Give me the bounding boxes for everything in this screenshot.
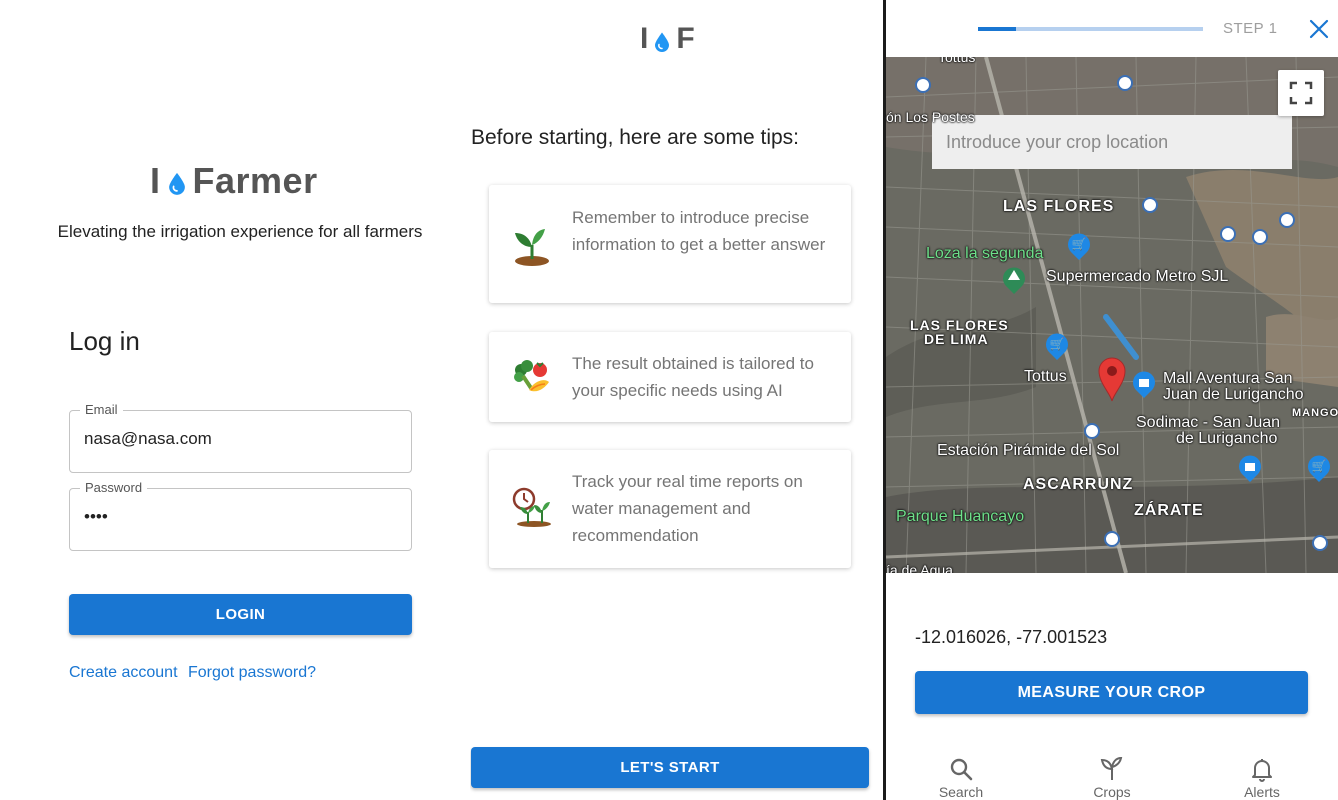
fullscreen-icon — [1289, 81, 1313, 105]
selected-location-marker-icon[interactable] — [1096, 355, 1128, 403]
bus-stop-icon[interactable] — [915, 77, 931, 93]
bus-stop-icon[interactable] — [1220, 226, 1236, 242]
shopping-bag-icon[interactable] — [1237, 453, 1263, 483]
tips-title: Before starting, here are some tips: — [471, 126, 799, 149]
tip-card: The result obtained is tailored to your … — [489, 332, 851, 422]
map-label: ón Los Postes — [886, 109, 975, 125]
clock-plants-icon — [512, 487, 551, 527]
shopping-cart-icon[interactable]: 🛒 — [1044, 331, 1070, 361]
map-label: DE LIMA — [924, 331, 989, 347]
close-icon[interactable] — [1308, 18, 1330, 40]
forgot-password-link[interactable]: Forgot password? — [188, 664, 316, 681]
lets-start-button[interactable]: LET'S START — [471, 747, 869, 788]
login-title: Log in — [69, 326, 140, 356]
password-field[interactable]: Password — [69, 480, 412, 551]
shopping-cart-icon[interactable]: 🛒 — [1066, 231, 1092, 261]
step-label: STEP 1 — [1223, 20, 1278, 37]
logo-letter-i: I — [640, 22, 649, 55]
bus-stop-icon[interactable] — [1117, 75, 1133, 91]
tagline: Elevating the irrigation experience for … — [57, 222, 423, 241]
map-label: Mall Aventura San — [1163, 370, 1293, 387]
map-label: Supermercado Metro SJL — [1046, 268, 1229, 285]
nav-search[interactable]: Search — [921, 756, 1001, 800]
bus-stop-icon[interactable] — [1252, 229, 1268, 245]
map-view[interactable]: Tottus ón Los Postes LAS FLORES Loza la … — [886, 57, 1338, 573]
map-label: Juan de Lurigancho — [1163, 386, 1304, 403]
bottom-navigation: Search Crops Alerts — [886, 748, 1338, 800]
app-logo-small: I F — [640, 22, 695, 56]
svg-text:🛒: 🛒 — [1312, 459, 1327, 473]
email-input[interactable] — [84, 429, 394, 449]
map-label: ASCARRUNZ — [1023, 476, 1134, 493]
bell-icon — [1252, 759, 1272, 782]
map-label: MANGO — [1292, 407, 1338, 419]
email-label: Email — [80, 402, 123, 417]
vegetables-icon — [514, 360, 549, 392]
login-button[interactable]: LOGIN — [69, 594, 412, 635]
tips-screen: I F Before starting, here are some tips:… — [470, 0, 884, 800]
auth-links: Create account Forgot password? — [69, 664, 322, 682]
water-drop-icon — [168, 172, 185, 195]
app-logo: I Farmer — [150, 160, 318, 202]
tip-card: Remember to introduce precise informatio… — [489, 185, 851, 303]
map-label: Estación Pirámide del Sol — [937, 442, 1120, 459]
tip-text: The result obtained is tailored to your … — [572, 354, 814, 400]
password-label: Password — [80, 480, 148, 495]
logo-word: Farmer — [192, 160, 318, 201]
sprout-icon — [1100, 756, 1123, 780]
map-label: ía de Agua — [886, 562, 953, 573]
map-label: Tottus — [938, 57, 976, 65]
bus-stop-icon[interactable] — [1142, 197, 1158, 213]
nav-crops[interactable]: Crops — [1072, 756, 1152, 800]
search-icon — [950, 758, 973, 781]
crop-location-input[interactable] — [932, 115, 1292, 169]
step-progress-bar — [978, 27, 1203, 31]
tip-text: Remember to introduce precise informatio… — [572, 208, 826, 254]
fullscreen-button[interactable] — [1278, 70, 1324, 116]
sprout-icon — [515, 229, 549, 266]
password-input[interactable] — [84, 507, 394, 527]
step-progress-fill — [978, 27, 1017, 31]
email-field[interactable]: Email — [69, 402, 412, 473]
svg-text:🛒: 🛒 — [1072, 237, 1087, 251]
coordinates-readout: -12.016026, -77.001523 — [915, 627, 1108, 647]
map-label: Sodimac - San Juan — [1136, 414, 1281, 431]
bus-stop-icon[interactable] — [1104, 531, 1120, 547]
measure-crop-button[interactable]: MEASURE YOUR CROP — [915, 671, 1308, 714]
bus-stop-icon[interactable] — [1084, 423, 1100, 439]
logo-letter-f: F — [676, 22, 695, 55]
bus-stop-icon[interactable] — [1279, 212, 1295, 228]
map-label: ZÁRATE — [1134, 502, 1204, 519]
map-label: Parque Huancayo — [896, 508, 1025, 525]
tip-text: Track your real time reports on water ma… — [572, 472, 803, 545]
nav-crops-label: Crops — [1093, 784, 1131, 800]
nav-search-label: Search — [938, 784, 984, 800]
map-label: Tottus — [1024, 368, 1067, 385]
location-screen: STEP 1 Introduce your crop location Tott… — [886, 0, 1338, 800]
bus-stop-icon[interactable] — [1312, 535, 1328, 551]
map-label: de Lurigancho — [1176, 430, 1278, 447]
create-account-link[interactable]: Create account — [69, 664, 178, 681]
water-drop-icon — [655, 32, 670, 52]
nav-alerts[interactable]: Alerts — [1222, 756, 1302, 800]
nav-alerts-label: Alerts — [1244, 784, 1280, 800]
shopping-bag-icon[interactable] — [1131, 369, 1157, 399]
logo-letter: I — [150, 160, 161, 201]
map-label: LAS FLORES — [1003, 198, 1115, 215]
login-screen: I Farmer Elevating the irrigation experi… — [0, 0, 470, 800]
shopping-cart-icon[interactable]: 🛒 — [1306, 453, 1332, 483]
map-label: Loza la segunda — [926, 245, 1044, 262]
tree-icon[interactable] — [1001, 265, 1027, 295]
svg-text:🛒: 🛒 — [1050, 337, 1065, 351]
tip-card: Track your real time reports on water ma… — [489, 450, 851, 568]
